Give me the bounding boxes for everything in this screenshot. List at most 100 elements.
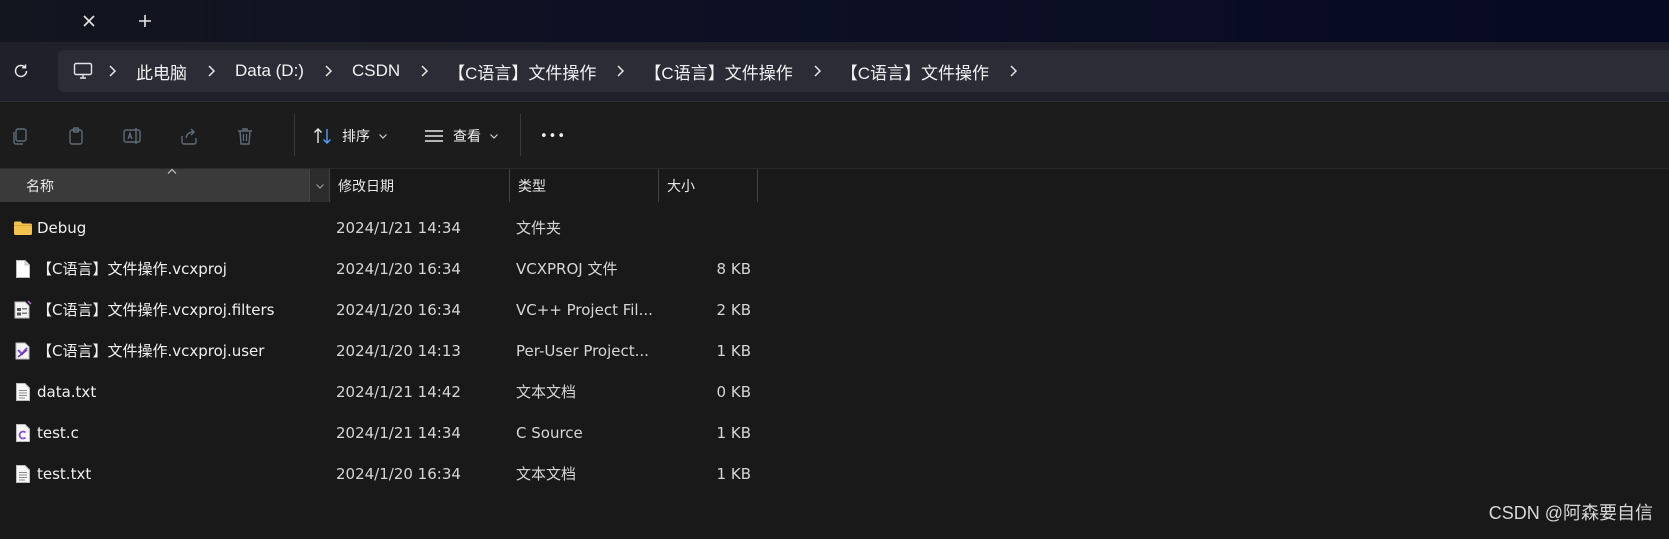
active-tab[interactable] (0, 2, 120, 42)
file-row[interactable]: 【C语言】文件操作.vcxproj.filters 2024/1/20 16:34… (0, 289, 1669, 330)
view-list-icon (425, 130, 443, 142)
sort-menu-button[interactable]: 排序 (312, 122, 388, 150)
file-size: 1 KB (716, 341, 751, 360)
column-header-name[interactable]: 名称 (0, 168, 310, 202)
delete-button[interactable] (231, 122, 259, 150)
refresh-icon (14, 64, 28, 78)
file-modified-date: 2024/1/20 14:13 (336, 341, 461, 360)
rename-icon (123, 128, 141, 144)
chevron-right-icon[interactable] (193, 60, 229, 82)
column-type-label: 类型 (518, 178, 546, 195)
file-modified-date: 2024/1/21 14:34 (336, 218, 461, 237)
chevron-down-icon (315, 183, 324, 189)
chevron-right-icon[interactable] (995, 60, 1031, 82)
column-header-row: 名称 修改日期 类型 大小 (0, 168, 1669, 202)
file-row[interactable]: 【C语言】文件操作.vcxproj.user 2024/1/20 14:13 Per… (0, 330, 1669, 371)
breadcrumb-item[interactable]: 【C语言】文件操作 (442, 59, 602, 84)
column-header-type[interactable]: 类型 (510, 169, 659, 202)
file-size: 1 KB (716, 464, 751, 483)
file-size (659, 207, 751, 248)
file-type: VCXPROJ 文件 (516, 260, 618, 278)
file-row[interactable]: Debug 2024/1/21 14:34 文件夹 (0, 207, 1669, 248)
chevron-right-icon[interactable] (310, 60, 346, 82)
paste-button[interactable] (62, 122, 90, 150)
file-modified-date: 2024/1/20 16:34 (336, 259, 461, 278)
breadcrumb[interactable]: 此电脑 Data (D:) CSDN 【C语言】文件操作 【C语言】文件操作 【C语言】文… (58, 50, 1669, 92)
text-file-icon (12, 453, 34, 494)
file-name: test.txt (37, 464, 92, 483)
breadcrumb-item[interactable]: 【C语言】文件操作 (835, 59, 995, 84)
computer-icon[interactable] (72, 60, 94, 82)
file-size: 1 KB (716, 423, 751, 442)
file-type: 文本文档 (516, 383, 577, 401)
column-date-label: 修改日期 (338, 178, 394, 195)
view-menu-button[interactable]: 查看 (423, 122, 499, 150)
file-type: 文本文档 (516, 465, 577, 483)
chevron-right-icon[interactable] (799, 60, 835, 82)
file-name: data.txt (37, 382, 97, 401)
file-modified-date: 2024/1/21 14:34 (336, 423, 461, 442)
command-divider (294, 114, 295, 156)
file-type: C Source (516, 423, 583, 442)
file-modified-date: 2024/1/20 16:34 (336, 300, 461, 319)
chevron-down-icon (490, 134, 498, 139)
column-size-label: 大小 (667, 178, 695, 195)
chevron-down-icon (379, 134, 387, 139)
breadcrumb-item[interactable]: 此电脑 (130, 59, 193, 84)
c-source-icon (12, 412, 34, 453)
chevron-right-icon[interactable] (94, 60, 130, 82)
column-filter-dropdown[interactable] (310, 169, 330, 202)
file-type: Per-User Project... (516, 341, 649, 360)
paste-icon (69, 127, 83, 145)
share-icon (181, 128, 197, 145)
file-row[interactable]: 【C语言】文件操作.vcxproj 2024/1/20 16:34 VCXPROJ … (0, 248, 1669, 289)
file-size: 2 KB (716, 300, 751, 319)
file-type: VC++ Project Fil... (516, 300, 653, 319)
sort-label: 排序 (342, 129, 370, 145)
breadcrumb-item[interactable]: CSDN (346, 61, 406, 81)
file-row[interactable]: test.c 2024/1/21 14:34 C Source 1 KB (0, 412, 1669, 453)
file-type: 文件夹 (516, 219, 562, 237)
file-name: 【C语言】文件操作.vcxproj.user (37, 342, 265, 360)
copy-icon (13, 128, 27, 145)
column-header-date[interactable]: 修改日期 (330, 169, 510, 202)
chevron-right-icon[interactable] (602, 60, 638, 82)
column-header-size[interactable]: 大小 (659, 169, 758, 202)
new-tab-button[interactable] (132, 8, 158, 34)
file-row[interactable]: data.txt 2024/1/21 14:42 文本文档 0 KB (0, 371, 1669, 412)
vs-user-file-icon (12, 330, 34, 371)
address-row: 此电脑 Data (D:) CSDN 【C语言】文件操作 【C语言】文件操作 【C语言】文… (0, 42, 1669, 102)
rename-button[interactable] (119, 122, 147, 150)
more-options-button[interactable]: ••• (540, 122, 566, 150)
tab-strip (0, 0, 1669, 42)
plus-icon (139, 15, 151, 27)
filters-file-icon (12, 289, 34, 330)
close-tab-button[interactable] (76, 8, 102, 34)
text-file-icon (12, 371, 34, 412)
delete-icon (238, 128, 252, 145)
file-modified-date: 2024/1/20 16:34 (336, 464, 461, 483)
refresh-button[interactable] (6, 56, 36, 86)
folder-icon (12, 207, 34, 248)
sort-ascending-icon (167, 168, 177, 174)
command-divider (520, 114, 521, 156)
file-row[interactable]: test.txt 2024/1/20 16:34 文本文档 1 KB (0, 453, 1669, 494)
file-name: 【C语言】文件操作.vcxproj.filters (37, 301, 275, 319)
file-size: 0 KB (716, 382, 751, 401)
chevron-right-icon[interactable] (406, 60, 442, 82)
command-bar: 排序 查看 ••• (0, 102, 1669, 168)
file-name: 【C语言】文件操作.vcxproj (37, 260, 227, 278)
breadcrumb-item[interactable]: 【C语言】文件操作 (638, 59, 798, 84)
more-icon: ••• (540, 128, 567, 144)
column-name-label: 名称 (26, 178, 54, 195)
copy-button[interactable] (6, 122, 34, 150)
share-button[interactable] (175, 122, 203, 150)
file-size: 8 KB (716, 259, 751, 278)
breadcrumb-item[interactable]: Data (D:) (229, 61, 310, 81)
file-icon (12, 248, 34, 289)
close-icon (83, 15, 95, 27)
file-name: test.c (37, 423, 79, 442)
file-list: Debug 2024/1/21 14:34 文件夹【C语言】文件操作.vcxproj… (0, 207, 1669, 494)
file-name: Debug (37, 218, 87, 237)
watermark: CSDN @阿森要自信 (1488, 503, 1653, 523)
